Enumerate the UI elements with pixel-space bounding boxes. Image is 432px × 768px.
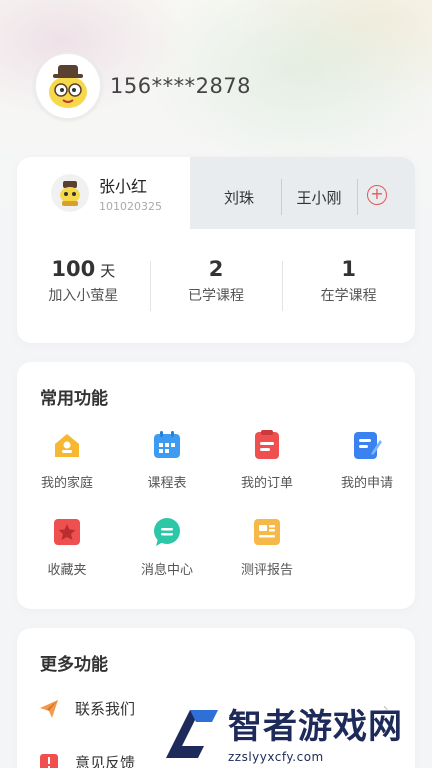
- child-avatar-icon: [60, 181, 80, 206]
- home-icon: [52, 430, 82, 460]
- func-label: 测评报告: [240, 563, 293, 578]
- more-item-label: 意见反馈: [75, 754, 136, 768]
- site-watermark: 智者游戏网 zzslyyxcfy.com: [160, 695, 432, 768]
- func-label: 我的订单: [240, 476, 293, 491]
- user-phone: 156****2878: [110, 74, 252, 98]
- func-my-applications[interactable]: 我的申请: [317, 430, 417, 491]
- stat-joined-days[interactable]: 100 天 加入小萤星: [17, 257, 150, 317]
- child-name: 张小红: [99, 177, 148, 196]
- stat-courses-learned[interactable]: 2 已学课程: [149, 257, 283, 317]
- func-my-family[interactable]: 我的家庭: [17, 430, 117, 491]
- child-id: 101020325: [99, 200, 162, 213]
- func-schedule[interactable]: 课程表: [117, 430, 217, 491]
- stat-label: 已学课程: [188, 288, 244, 304]
- paper-plane-icon: [40, 699, 58, 718]
- plus-circle-icon[interactable]: +: [367, 185, 387, 205]
- stats-row: 100 天 加入小萤星 2 已学课程 1 在学课程: [17, 257, 415, 317]
- child-tab-wangxiaogang[interactable]: 王小刚: [281, 179, 357, 215]
- order-icon: [252, 430, 282, 460]
- favorites-icon: [52, 517, 82, 547]
- section-title: 常用功能: [40, 389, 108, 409]
- func-my-orders[interactable]: 我的订单: [217, 430, 317, 491]
- stat-unit: 天: [100, 262, 116, 280]
- stat-value: 100: [51, 257, 96, 281]
- func-favorites[interactable]: 收藏夹: [17, 517, 117, 578]
- common-functions-card: 常用功能 我的家庭 课程表 我的订单 我的申请 收藏夹 消息中心 测评报告: [17, 362, 415, 609]
- child-avatar: [51, 174, 89, 212]
- calendar-icon: [152, 430, 182, 460]
- func-message-center[interactable]: 消息中心: [117, 517, 217, 578]
- child-tabs: 张小红 101020325 刘珠 王小刚 +: [17, 157, 415, 229]
- profile-header: 156****2878: [34, 52, 251, 120]
- children-card: 张小红 101020325 刘珠 王小刚 + 100 天 加入小萤星 2 已学课…: [17, 157, 415, 343]
- func-label: 我的申请: [340, 476, 393, 491]
- func-assessment-report[interactable]: 测评报告: [217, 517, 317, 578]
- user-avatar[interactable]: [34, 52, 102, 120]
- stat-label: 在学课程: [320, 288, 377, 304]
- section-title: 更多功能: [40, 655, 108, 675]
- more-item-label: 联系我们: [75, 700, 136, 718]
- tab-divider: [357, 179, 358, 215]
- func-label: 消息中心: [140, 563, 193, 578]
- stat-label: 加入小萤星: [48, 288, 119, 304]
- stat-value: 2: [208, 257, 224, 281]
- func-label: 课程表: [147, 476, 187, 491]
- yellow-character-avatar-icon: [49, 65, 87, 108]
- watermark-logo-icon: [166, 709, 218, 758]
- stat-value: 1: [341, 257, 356, 281]
- child-tab-active[interactable]: 张小红 101020325: [17, 157, 190, 229]
- application-icon: [352, 430, 382, 460]
- stat-courses-in-progress[interactable]: 1 在学课程: [282, 257, 415, 317]
- watermark-url: zzslyyxcfy.com: [228, 750, 324, 764]
- feedback-icon: [40, 753, 58, 768]
- report-icon: [252, 517, 282, 547]
- func-label: 收藏夹: [47, 563, 87, 578]
- func-label: 我的家庭: [40, 476, 93, 491]
- watermark-brand: 智者游戏网: [228, 707, 403, 747]
- message-icon: [152, 517, 182, 547]
- child-tab-liuzhu[interactable]: 刘珠: [197, 179, 281, 215]
